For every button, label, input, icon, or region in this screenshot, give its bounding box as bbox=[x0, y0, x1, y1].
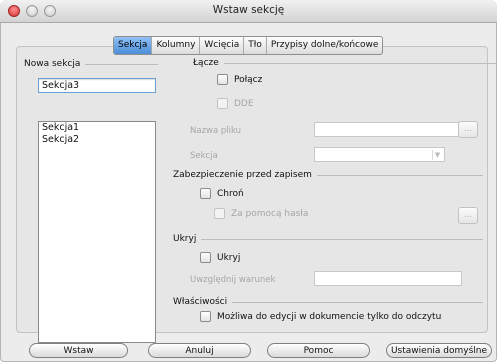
tab-przypisy[interactable]: Przypisy dolne/końcowe bbox=[267, 37, 383, 54]
help-button[interactable]: Pomoc bbox=[267, 343, 370, 358]
tab-bar: Sekcja Kolumny Wcięcia Tło Przypisy doln… bbox=[113, 36, 384, 55]
tab-wciecia[interactable]: Wcięcia bbox=[200, 37, 245, 54]
section-label: Sekcja bbox=[190, 151, 218, 161]
properties-heading: Właściwości bbox=[173, 297, 483, 307]
hide-checkbox-row[interactable]: Ukryj bbox=[200, 252, 240, 263]
reset-defaults-button[interactable]: Ustawienia domyślne bbox=[386, 343, 492, 358]
dde-checkbox[interactable] bbox=[217, 98, 228, 109]
new-section-heading: Nowa sekcja bbox=[24, 59, 158, 69]
hide-checkbox[interactable] bbox=[200, 252, 211, 263]
file-browse-button[interactable]: ... bbox=[458, 121, 478, 138]
tab-sekcja[interactable]: Sekcja bbox=[114, 37, 153, 54]
write-protection-heading: Zabezpieczenie przed zapisem bbox=[173, 170, 483, 180]
insert-button[interactable]: Wstaw bbox=[29, 343, 128, 358]
link-checkbox[interactable] bbox=[217, 74, 228, 85]
list-item[interactable]: Sekcja1 bbox=[39, 122, 155, 134]
dde-checkbox-row[interactable]: DDE bbox=[217, 98, 254, 109]
link-heading: Łącze bbox=[193, 58, 497, 68]
dialog-window: Wstaw sekcję Nowa sekcja Sekcja3 Sekcja1… bbox=[0, 0, 497, 362]
section-list[interactable]: Sekcja1 Sekcja2 bbox=[38, 121, 156, 343]
tab-kolumny[interactable]: Kolumny bbox=[152, 37, 201, 54]
file-name-label: Nazwa pliku bbox=[190, 126, 242, 136]
password-button[interactable]: ... bbox=[458, 207, 478, 224]
editable-readonly-checkbox[interactable] bbox=[200, 311, 211, 322]
window-title: Wstaw sekcję bbox=[212, 4, 285, 16]
password-checkbox-row[interactable]: Za pomocą hasła bbox=[214, 208, 308, 219]
condition-label: Uwzględnij warunek bbox=[190, 275, 276, 285]
link-checkbox-row[interactable]: Połącz bbox=[217, 74, 262, 85]
section-name-input[interactable]: Sekcja3 bbox=[38, 78, 156, 93]
password-checkbox[interactable] bbox=[214, 208, 225, 219]
file-name-input[interactable] bbox=[314, 122, 462, 137]
title-bar: Wstaw sekcję bbox=[0, 0, 497, 23]
list-item[interactable]: Sekcja2 bbox=[39, 134, 155, 146]
protect-checkbox[interactable] bbox=[200, 188, 211, 199]
editable-readonly-row[interactable]: Możliwa do edycji w dokumencie tylko do … bbox=[200, 311, 441, 322]
cancel-button[interactable]: Anuluj bbox=[148, 343, 251, 358]
hide-heading: Ukryj bbox=[173, 234, 483, 244]
tab-tlo[interactable]: Tło bbox=[244, 37, 267, 54]
protect-checkbox-row[interactable]: Chroń bbox=[200, 188, 244, 199]
chevron-down-icon: ▼ bbox=[432, 150, 442, 160]
condition-input[interactable] bbox=[314, 271, 462, 286]
section-combo[interactable]: ▼ bbox=[314, 147, 445, 162]
tab-panel: Nowa sekcja Sekcja3 Sekcja1 Sekcja2 Łącz… bbox=[16, 46, 497, 343]
